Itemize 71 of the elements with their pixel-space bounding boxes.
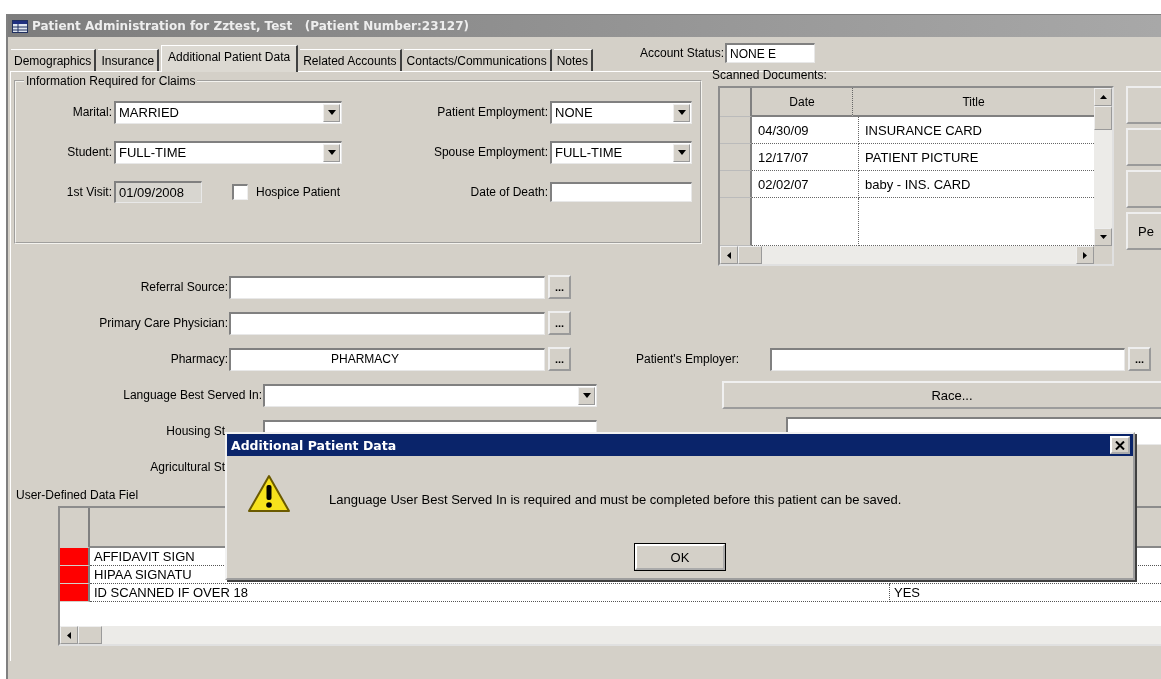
column-header[interactable]: Date (752, 88, 853, 117)
tab[interactable]: Demographics (11, 49, 97, 71)
field-label: Primary Care Physician: (98, 316, 229, 330)
tab[interactable]: Insurance (98, 49, 160, 71)
field-label: Patient's Employer: (636, 352, 740, 366)
window-title: Patient Administration for Zztest, Test (Patient Number:23127) (32, 19, 470, 33)
side-button[interactable]: Pe (1126, 212, 1161, 250)
field-label: Student: (66, 145, 113, 159)
table-cell: baby - INS. CARD (859, 171, 1094, 198)
dialog-message: Language User Best Served In is required and must be completed before this patient can be saved. (329, 492, 902, 507)
field-label: Pharmacy: (169, 352, 229, 366)
field-label: Housing St (165, 424, 226, 438)
checkbox[interactable] (232, 184, 248, 200)
row-header[interactable] (720, 88, 752, 117)
field-label: 1st Visit: (65, 185, 113, 199)
row-header[interactable] (720, 171, 752, 198)
ok-button[interactable]: OK (635, 544, 725, 570)
text-field[interactable] (770, 347, 1125, 371)
browse-button[interactable]: ... (548, 275, 571, 299)
scroll-right-icon[interactable] (1076, 246, 1094, 264)
table-cell: INSURANCE CARD (859, 117, 1094, 144)
field-label: Agricultural St (149, 460, 226, 474)
field-label: Spouse Employment: (433, 145, 549, 159)
scroll-left-icon[interactable] (60, 626, 78, 644)
text-field[interactable]: PHARMACY (229, 347, 545, 371)
table-cell: PATIENT PICTURE (859, 144, 1094, 171)
scroll-left-icon[interactable] (720, 246, 738, 264)
table-cell: YES (890, 584, 1161, 602)
row-header[interactable] (720, 117, 752, 144)
table-cell: 04/30/09 (752, 117, 859, 144)
section-label: Scanned Documents: (712, 68, 828, 82)
dropdown[interactable]: MARRIED (114, 100, 342, 124)
close-button[interactable] (1110, 436, 1130, 454)
scroll-thumb[interactable] (1094, 106, 1112, 130)
race-button[interactable]: Race... (722, 381, 1161, 409)
field-label: Date of Death: (470, 185, 549, 199)
dialog-title: Additional Patient Data (231, 437, 397, 453)
status-field[interactable]: NONE E (725, 43, 816, 63)
field-label: Patient Employment: (437, 105, 549, 119)
grid-icon (12, 19, 28, 33)
text-field[interactable] (229, 275, 545, 299)
text-field[interactable] (550, 182, 692, 202)
tab[interactable]: Notes (553, 49, 593, 71)
tab[interactable]: Related Accounts (300, 49, 402, 71)
dropdown[interactable]: FULL-TIME (550, 140, 692, 164)
checkbox-label: Hospice Patient (256, 185, 341, 199)
warning-icon (247, 474, 291, 514)
scroll-thumb[interactable] (738, 246, 762, 264)
text-field[interactable] (229, 311, 545, 335)
browse-button[interactable]: ... (548, 311, 571, 335)
scroll-up-icon[interactable] (1094, 88, 1112, 106)
field-label: Account Status: (640, 46, 725, 60)
section-label: User-Defined Data Fiel (16, 488, 139, 502)
scroll-thumb[interactable] (78, 626, 102, 644)
close-icon (1115, 440, 1125, 450)
group-title: Information Required for Claims (25, 74, 197, 88)
dropdown[interactable]: NONE (550, 100, 692, 124)
field-label: Language Best Served In: (122, 388, 263, 402)
tab[interactable]: Additional Patient Data (161, 45, 299, 72)
scroll-down-icon[interactable] (1094, 228, 1112, 246)
dropdown[interactable]: FULL-TIME (114, 140, 342, 164)
table-cell: ID SCANNED IF OVER 18 (90, 584, 890, 602)
browse-button[interactable]: ... (548, 347, 571, 371)
table-cell: 02/02/07 (752, 171, 859, 198)
row-header[interactable] (720, 144, 752, 171)
table-cell: 12/17/07 (752, 144, 859, 171)
tab[interactable]: Contacts/Communications (403, 49, 552, 71)
field-label: Marital: (71, 105, 113, 119)
date-field[interactable]: 01/09/2008 (114, 181, 202, 203)
browse-button[interactable]: ... (1128, 347, 1151, 371)
field-label: Referral Source: (139, 280, 229, 294)
